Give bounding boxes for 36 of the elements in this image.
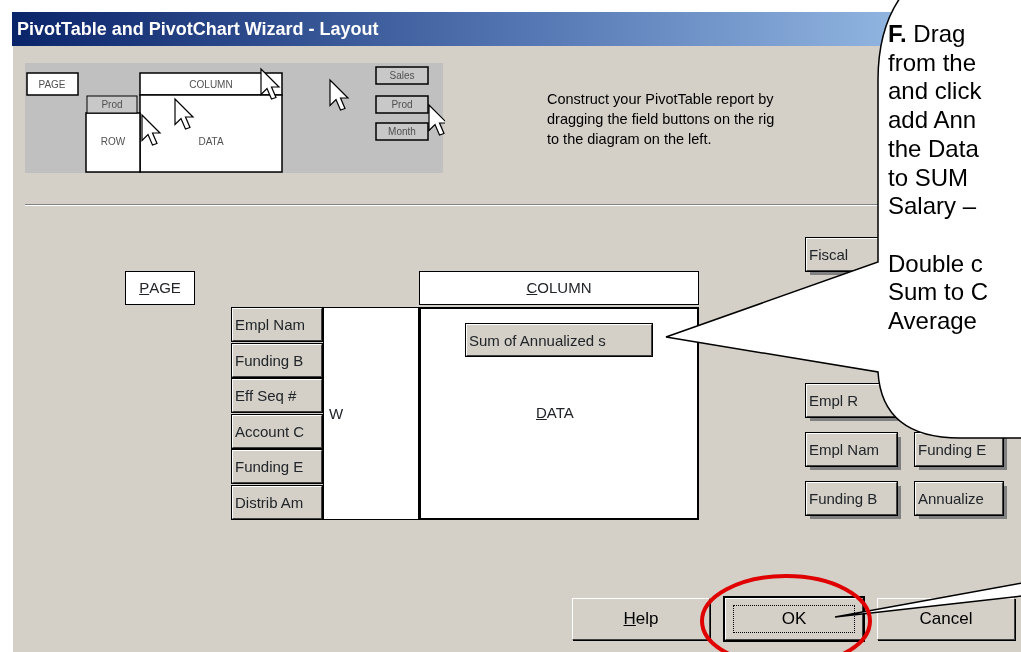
diagram-label: Prod bbox=[391, 99, 413, 110]
row-area-outline bbox=[85, 112, 141, 173]
ok-button[interactable]: OK bbox=[725, 598, 863, 640]
data-drop-area[interactable] bbox=[419, 307, 699, 520]
help-button[interactable]: Help bbox=[572, 598, 710, 640]
row-area-label: W bbox=[329, 405, 344, 423]
column-drop-area[interactable]: COLUMN bbox=[419, 271, 699, 305]
data-area-label: DATA bbox=[536, 404, 574, 422]
field-button[interactable]: Distrib Am bbox=[232, 485, 322, 519]
row-drop-area[interactable] bbox=[323, 307, 419, 520]
diagram-label: Sales bbox=[389, 70, 415, 81]
cursor-icon bbox=[174, 97, 195, 130]
cursor-icon bbox=[260, 67, 281, 100]
diagram-label: COLUMN bbox=[189, 79, 233, 90]
callout-text: F. Drag from the and click add Ann the Data to SUM Salary – bbox=[888, 20, 983, 221]
field-button[interactable]: Empl Nam bbox=[232, 308, 322, 341]
field-button[interactable]: Sum of Annualized s bbox=[466, 324, 652, 356]
field-button[interactable]: Funding E bbox=[232, 450, 322, 483]
field-button-outline bbox=[375, 122, 429, 141]
cursor-icon bbox=[329, 78, 350, 111]
page-area-outline bbox=[26, 72, 79, 96]
cursor-icon bbox=[141, 113, 162, 146]
cursor-icon bbox=[428, 103, 445, 136]
field-button[interactable]: Eff Seq # bbox=[232, 379, 322, 412]
field-button-outline bbox=[86, 95, 138, 114]
page-drop-area[interactable]: PAGE bbox=[125, 271, 195, 305]
diagram-label: DATA bbox=[198, 136, 224, 147]
diagram-label: Prod bbox=[101, 99, 123, 110]
diagram-label: PAGE bbox=[38, 79, 66, 90]
field-button[interactable]: Funding B bbox=[232, 343, 322, 377]
diagram-label: Month bbox=[388, 126, 416, 137]
diagram-label: ROW bbox=[100, 136, 126, 147]
field-button[interactable]: Account C bbox=[232, 414, 322, 448]
instruction-text: Construct your PivotTable report by dragging the field buttons on the rig to the diagram on the left. bbox=[547, 90, 775, 149]
field-button-outline bbox=[375, 66, 429, 85]
field-button-outline bbox=[375, 95, 429, 114]
